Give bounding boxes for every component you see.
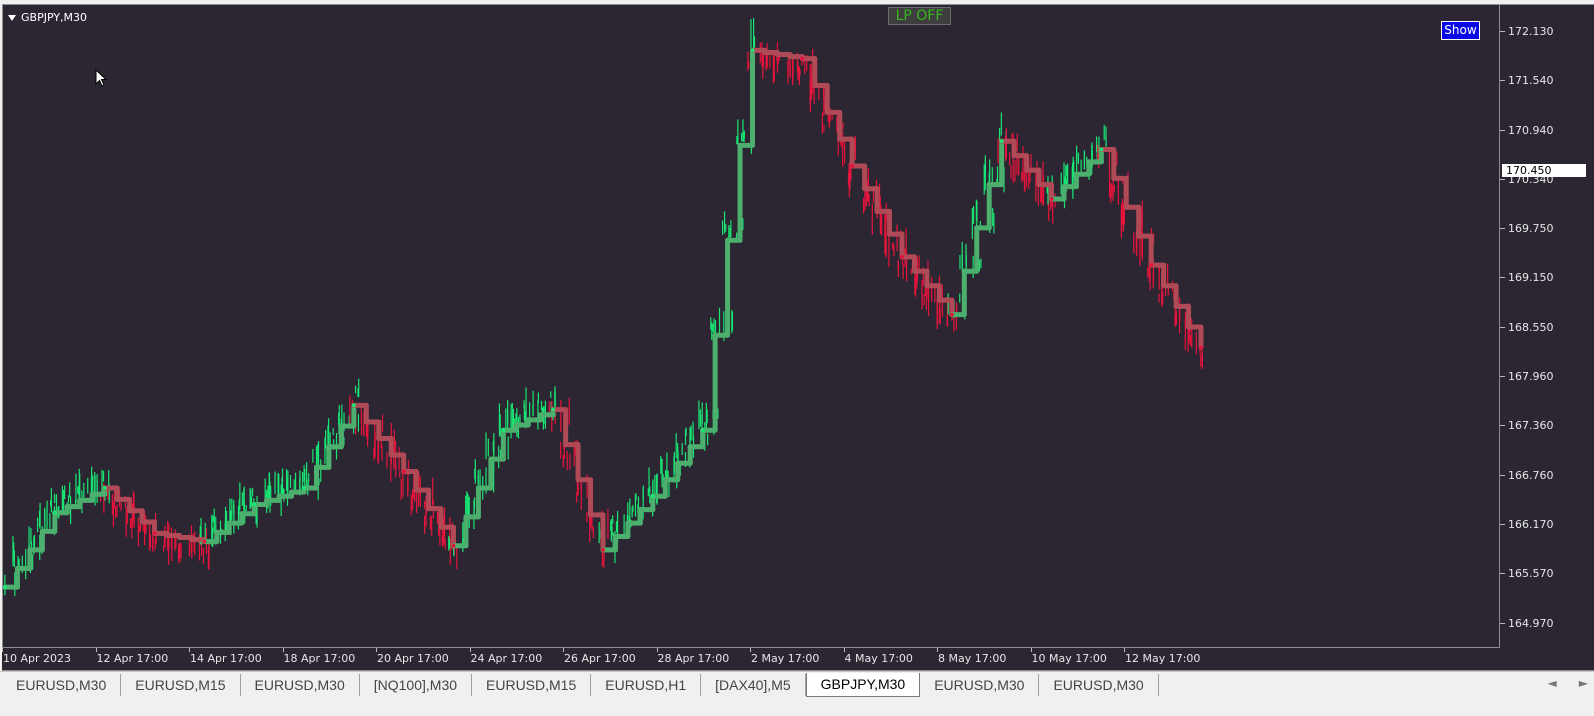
price-tick [1500,227,1505,229]
data-point [750,48,755,53]
tab[interactable]: EURUSD,M15 [472,674,592,696]
price-label: 167.960 [1508,369,1554,383]
price-label: 169.150 [1508,271,1554,285]
time-axis[interactable]: 10 Apr 2023 12 Apr 17:00 14 Apr 17:00 18 Ap… [2,648,1594,671]
price-tick [1500,277,1505,279]
price-label: 164.970 [1508,616,1554,630]
data-point [850,164,855,168]
time-label: 28 Apr 17:00 [657,652,730,665]
price-tick [1500,179,1505,181]
price-tick [1500,474,1505,476]
dropdown-triangle-icon[interactable] [8,14,16,21]
symbol-label: GBPJPY,M30 [21,11,88,24]
tab[interactable]: EURUSD,M30 [241,674,360,696]
time-label: 10 Apr 2023 [3,652,72,665]
data-point [252,502,257,507]
time-label: 24 Apr 17:00 [470,652,543,665]
data-point [999,139,1004,144]
lp-status-label[interactable]: LP OFF [888,7,951,25]
price-chart[interactable] [3,5,1499,647]
price-label: 165.570 [1508,567,1554,581]
data-point [202,539,207,544]
data-point [501,428,506,433]
data-point [401,469,406,474]
price-tick [1500,573,1505,575]
data-point [900,254,904,259]
price-tick [1500,80,1505,82]
tab[interactable]: EURUSD,M30 [920,674,1040,696]
data-point [1049,197,1054,202]
tab[interactable]: EURUSD,M15 [121,674,241,696]
tab-active[interactable]: GBPJPY,M30 [805,673,921,697]
time-label: 20 Apr 17:00 [377,652,449,665]
time-label: 12 Apr 17:00 [96,652,169,665]
price-axis[interactable]: 172.130 171.540 170.940 170.340 169.750 169.1… [1500,4,1594,649]
time-label: 18 Apr 17:00 [283,652,356,665]
data-point [3,585,7,590]
price-tick [1500,425,1505,427]
chart-area[interactable]: GBPJPY,M30 LP OFF Show [2,4,1500,648]
price-label: 169.750 [1508,221,1554,235]
price-tick [1500,523,1505,525]
time-label: 8 May 17:00 [938,652,1007,665]
data-point [1149,263,1154,268]
data-point [351,403,356,408]
tab[interactable]: [DAX40],M5 [701,674,806,696]
data-point [601,547,605,552]
price-tick [1500,327,1505,328]
data-point [102,486,107,490]
time-label: 10 May 17:00 [1031,652,1107,665]
data-point [302,486,306,490]
tab[interactable]: EURUSD,M30 [2,674,122,696]
scroll-left-icon[interactable]: ◄ [1548,676,1557,690]
terminal-window: GBPJPY,M30 LP OFF Show 172.130 171.540 170… [0,0,1594,716]
data-point [451,543,456,548]
price-label: 172.130 [1508,25,1554,39]
price-label: 171.540 [1508,74,1554,88]
tab[interactable]: EURUSD,H1 [591,674,702,696]
symbol-title[interactable]: GBPJPY,M30 [8,11,87,24]
chart-tab-bar: EURUSD,M30 EURUSD,M15 EURUSD,M30 [NQ100],M3… [0,671,1594,716]
price-label: 166.760 [1508,468,1554,482]
time-label: 4 May 17:00 [844,652,913,665]
current-price-label: 170.450 [1502,164,1586,178]
price-tick [1500,622,1505,624]
scroll-right-icon[interactable]: ► [1579,676,1588,690]
price-tick [1500,31,1505,33]
data-point [650,494,655,499]
price-label: 166.170 [1508,517,1554,531]
data-point [1099,147,1104,152]
data-point [1199,345,1203,350]
data-point [700,428,705,433]
show-button[interactable]: Show [1441,21,1480,40]
price-tick [1500,129,1505,131]
tab[interactable]: [NQ100],M30 [360,674,473,696]
time-label: 2 May 17:00 [751,652,820,665]
price-label: 167.360 [1508,419,1554,433]
price-label: 168.550 [1508,321,1554,334]
data-point [152,531,157,536]
data-point [800,56,805,61]
time-label: 12 May 17:00 [1125,652,1201,665]
mouse-cursor-icon [95,69,108,87]
data-point [949,312,954,317]
price-label: 170.940 [1508,123,1554,137]
time-label: 26 Apr 17:00 [564,652,636,665]
tab[interactable]: EURUSD,M30 [1039,674,1159,696]
data-point [52,510,57,515]
data-point [551,407,556,412]
price-tick [1500,375,1505,377]
time-label: 14 Apr 17:00 [190,652,262,665]
